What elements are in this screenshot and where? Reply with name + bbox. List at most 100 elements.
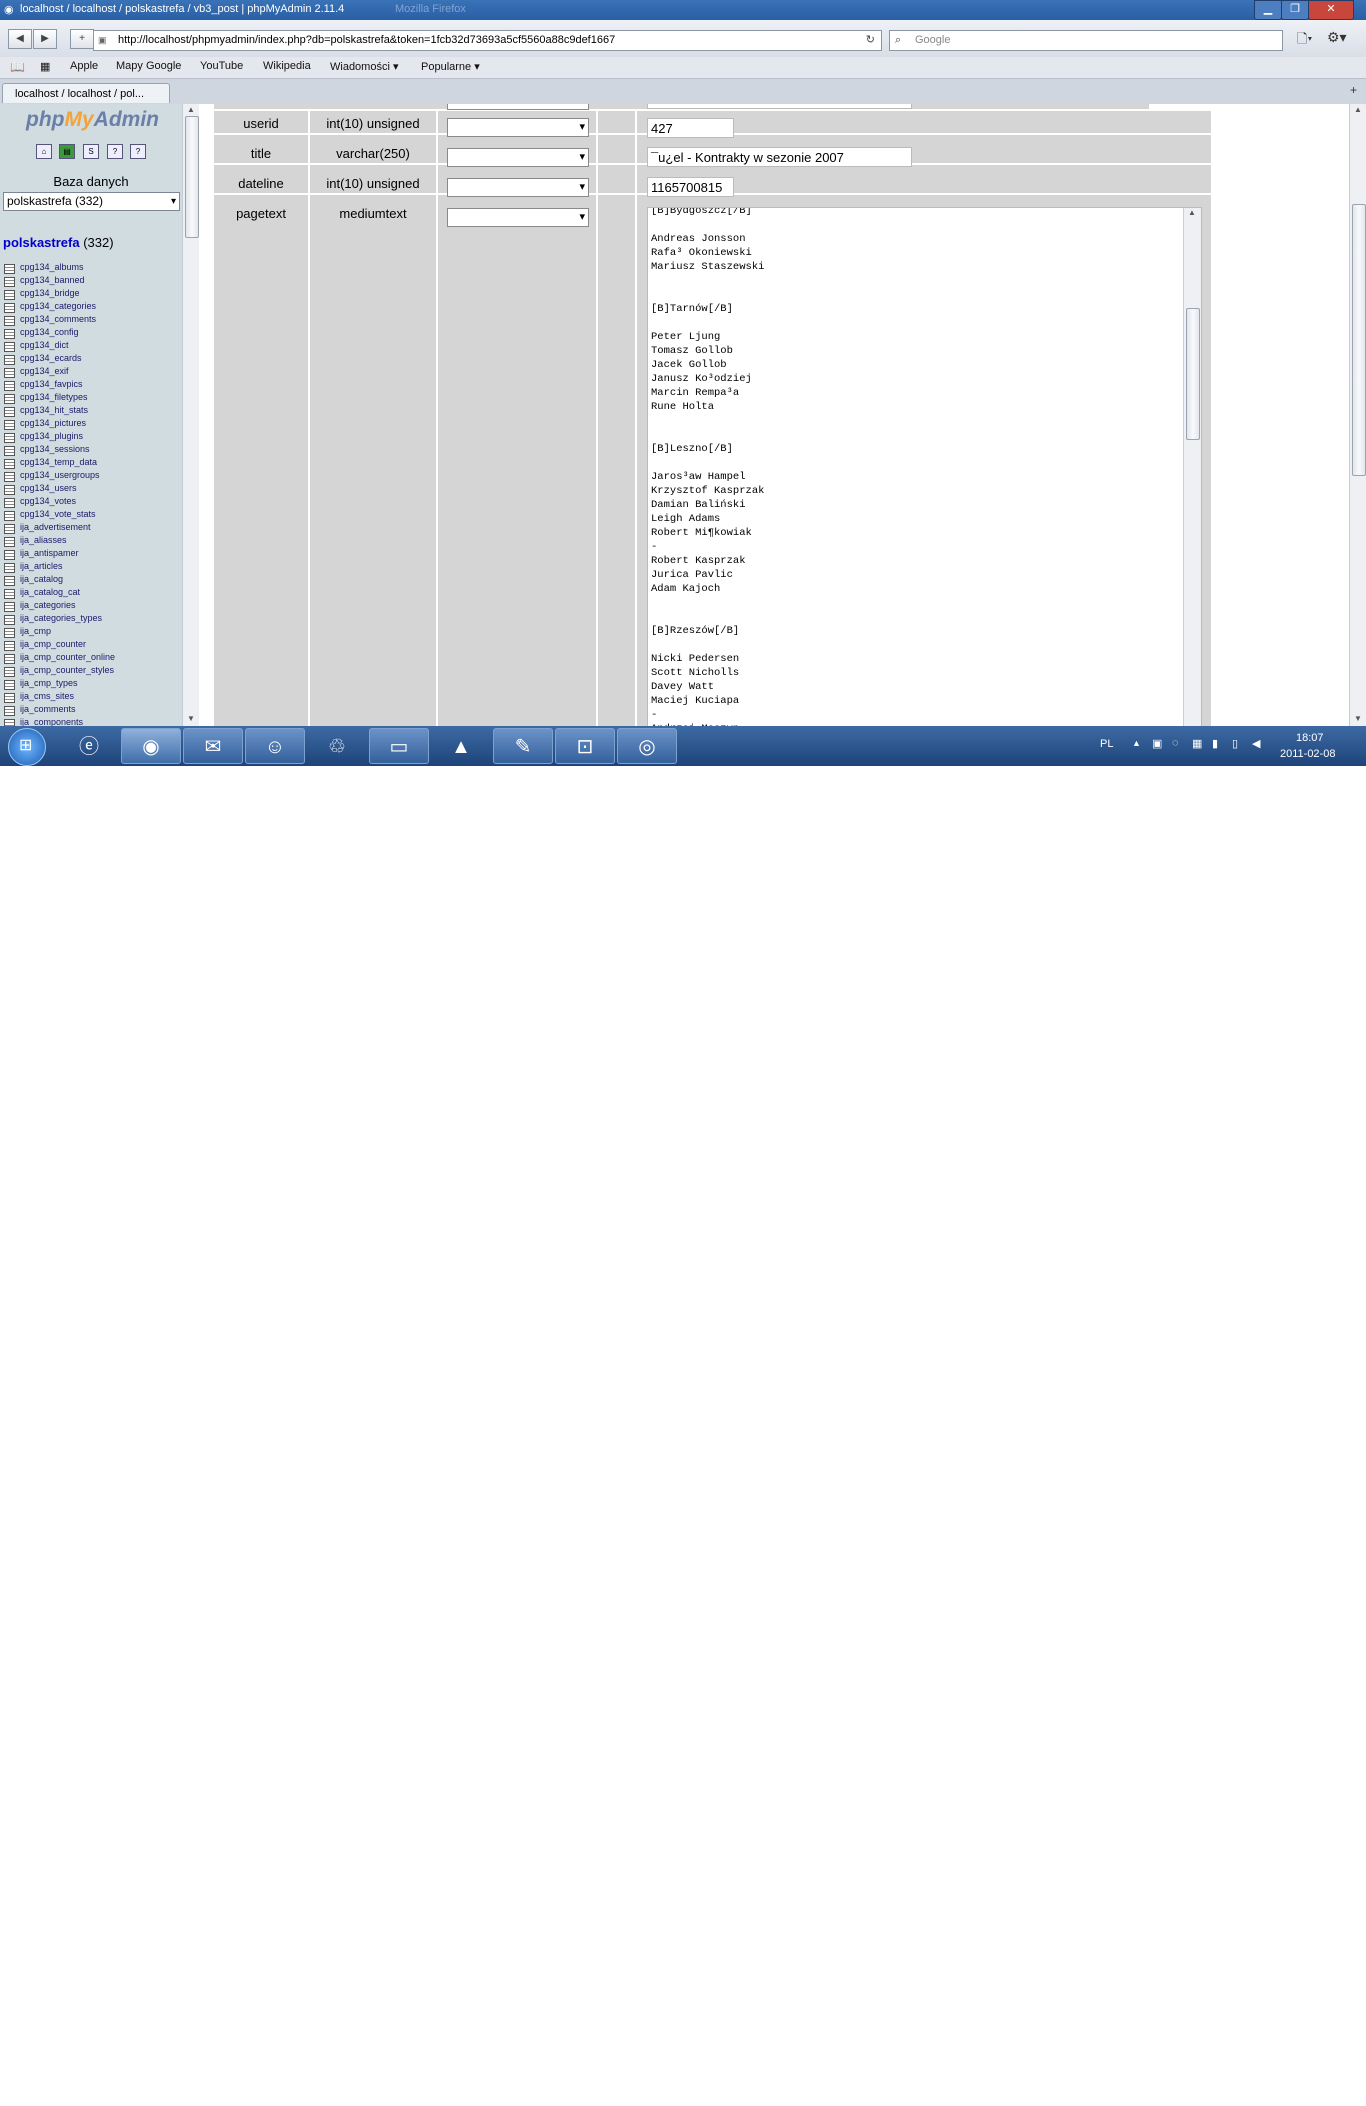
sidebar-table-item[interactable]: ija_comments bbox=[4, 704, 115, 717]
db-select[interactable]: polskastrefa (332) ▾ bbox=[3, 192, 180, 211]
sidebar-table-item[interactable]: ija_catalog_cat bbox=[4, 587, 115, 600]
value-input-userid[interactable]: 427 bbox=[647, 118, 734, 138]
clock-time[interactable]: 18:07 bbox=[1296, 732, 1324, 744]
bookmark-mapy-google[interactable]: Mapy Google bbox=[116, 60, 181, 72]
new-tab-button[interactable]: + bbox=[70, 29, 94, 49]
sidebar-table-item[interactable]: cpg134_votes bbox=[4, 496, 115, 509]
sidebar-table-item[interactable]: cpg134_categories bbox=[4, 301, 115, 314]
tab-phpmyadmin[interactable]: localhost / localhost / pol... bbox=[2, 83, 170, 103]
scroll-up-icon[interactable]: ▲ bbox=[187, 105, 195, 114]
gadu-taskbar-icon[interactable]: ☺ bbox=[245, 728, 305, 764]
sidebar-table-item[interactable]: ija_advertisement bbox=[4, 522, 115, 535]
sidebar-table-item[interactable]: ija_components bbox=[4, 717, 115, 726]
reload-icon[interactable]: ↻ bbox=[866, 31, 875, 50]
function-select[interactable] bbox=[447, 178, 589, 197]
tray-app-icon[interactable]: ▣ bbox=[1152, 737, 1162, 750]
sidebar-table-item[interactable]: ija_cmp_types bbox=[4, 678, 115, 691]
function-select[interactable] bbox=[447, 148, 589, 167]
sidebar-table-item[interactable]: cpg134_ecards bbox=[4, 353, 115, 366]
function-select-partial[interactable] bbox=[447, 104, 589, 110]
sidebar-table-item[interactable]: ija_cmp bbox=[4, 626, 115, 639]
forward-button[interactable]: ▶ bbox=[33, 29, 57, 49]
ie-taskbar-icon[interactable]: ⓔ bbox=[66, 728, 112, 764]
grid-icon[interactable]: ▦ bbox=[40, 60, 50, 73]
sql-query-icon[interactable]: ▤ bbox=[59, 144, 75, 159]
bookmark-wiadomosci[interactable]: Wiadomości ▾ bbox=[330, 60, 398, 73]
scroll-up-icon[interactable]: ▲ bbox=[1354, 105, 1362, 114]
sidebar-table-item[interactable]: cpg134_vote_stats bbox=[4, 509, 115, 522]
add-tab-button[interactable]: + bbox=[1350, 83, 1357, 97]
value-input-partial[interactable] bbox=[647, 104, 912, 109]
sidebar-table-item[interactable]: cpg134_sessions bbox=[4, 444, 115, 457]
firefox-taskbar-icon[interactable]: ◉ bbox=[121, 728, 181, 764]
tray-power-icon[interactable]: ▯ bbox=[1232, 737, 1238, 750]
sidebar-table-item[interactable]: ija_aliasses bbox=[4, 535, 115, 548]
language-indicator[interactable]: PL bbox=[1100, 738, 1113, 750]
maximize-button[interactable]: ❐ bbox=[1281, 0, 1309, 20]
start-button[interactable]: ⊞ bbox=[8, 728, 46, 766]
main-scroll-thumb[interactable] bbox=[1352, 204, 1366, 476]
scroll-down-icon[interactable]: ▼ bbox=[1354, 714, 1362, 723]
sql-icon[interactable]: S bbox=[83, 144, 99, 159]
close-button[interactable]: ✕ bbox=[1308, 0, 1354, 20]
sidebar-table-item[interactable]: cpg134_hit_stats bbox=[4, 405, 115, 418]
search-bar[interactable]: ⌕ Google bbox=[889, 30, 1283, 51]
sidebar-table-item[interactable]: cpg134_users bbox=[4, 483, 115, 496]
sidebar-table-item[interactable]: ija_cmp_counter bbox=[4, 639, 115, 652]
sidebar-scrollbar[interactable]: ▲ ▼ bbox=[182, 104, 200, 726]
network-taskbar-icon[interactable]: ⊡ bbox=[555, 728, 615, 764]
sidebar-table-item[interactable]: cpg134_config bbox=[4, 327, 115, 340]
bookmark-popularne[interactable]: Popularne ▾ bbox=[421, 60, 480, 73]
sidebar-table-item[interactable]: cpg134_temp_data bbox=[4, 457, 115, 470]
back-button[interactable]: ◀ bbox=[8, 29, 32, 49]
sidebar-table-item[interactable]: ija_categories bbox=[4, 600, 115, 613]
gear-icon[interactable]: ⚙▾ bbox=[1327, 29, 1347, 46]
sidebar-table-item[interactable]: cpg134_comments bbox=[4, 314, 115, 327]
sidebar-table-item[interactable]: ija_cmp_counter_online bbox=[4, 652, 115, 665]
sidebar-table-item[interactable]: cpg134_exif bbox=[4, 366, 115, 379]
value-input-dateline[interactable]: 1165700815 bbox=[647, 177, 734, 197]
textarea-scroll-thumb[interactable] bbox=[1186, 308, 1200, 440]
volume-icon[interactable]: ◀ bbox=[1252, 737, 1260, 750]
pagetext-textarea[interactable]: [B]Bydgoszcz[/B] Andreas Jonsson Rafa³ O… bbox=[647, 207, 1202, 726]
sidebar-scroll-thumb[interactable] bbox=[185, 116, 199, 238]
editor-taskbar-icon[interactable]: ✎ bbox=[493, 728, 553, 764]
sidebar-table-item[interactable]: ija_antispamer bbox=[4, 548, 115, 561]
sidebar-table-item[interactable]: cpg134_usergroups bbox=[4, 470, 115, 483]
outlook-taskbar-icon[interactable]: ✉ bbox=[183, 728, 243, 764]
tray-signal-icon[interactable]: ▮ bbox=[1212, 737, 1218, 750]
url-bar[interactable]: ▣ http://localhost/phpmyadmin/index.php?… bbox=[93, 30, 882, 51]
main-scrollbar[interactable]: ▲ ▼ bbox=[1349, 104, 1366, 726]
sidebar-table-item[interactable]: ija_cms_sites bbox=[4, 691, 115, 704]
help-icon[interactable]: ? bbox=[130, 144, 146, 159]
textarea-scrollbar[interactable]: ▲ bbox=[1183, 208, 1201, 726]
tray-update-icon[interactable]: ◌ bbox=[1172, 737, 1179, 749]
sidebar-table-item[interactable]: cpg134_bridge bbox=[4, 288, 115, 301]
scroll-down-icon[interactable]: ▼ bbox=[187, 714, 195, 723]
home-icon[interactable]: ⌂ bbox=[36, 144, 52, 159]
db-link[interactable]: polskastrefa (332) bbox=[3, 235, 114, 250]
sidebar-table-item[interactable]: cpg134_filetypes bbox=[4, 392, 115, 405]
sidebar-table-item[interactable]: ija_categories_types bbox=[4, 613, 115, 626]
function-select[interactable] bbox=[447, 208, 589, 227]
scroll-up-icon[interactable]: ▲ bbox=[1188, 208, 1196, 217]
sidebar-table-item[interactable]: cpg134_banned bbox=[4, 275, 115, 288]
bookmark-youtube[interactable]: YouTube bbox=[200, 60, 243, 72]
app-taskbar-icon[interactable]: ▲ bbox=[431, 728, 491, 764]
sidebar-table-item[interactable]: ija_cmp_counter_styles bbox=[4, 665, 115, 678]
show-hidden-icons[interactable]: ▲ bbox=[1132, 738, 1141, 748]
sidebar-table-item[interactable]: cpg134_pictures bbox=[4, 418, 115, 431]
recycle-taskbar-icon[interactable]: ♲ bbox=[307, 728, 367, 764]
docs-icon[interactable]: ? bbox=[107, 144, 123, 159]
bookmark-wikipedia[interactable]: Wikipedia bbox=[263, 60, 311, 72]
browser-taskbar-icon[interactable]: ◎ bbox=[617, 728, 677, 764]
clock-date[interactable]: 2011-02-08 bbox=[1280, 748, 1335, 760]
sidebar-table-item[interactable]: cpg134_albums bbox=[4, 262, 115, 275]
sidebar-table-item[interactable]: ija_articles bbox=[4, 561, 115, 574]
bookmark-apple[interactable]: Apple bbox=[70, 60, 98, 72]
minimize-button[interactable]: ▁ bbox=[1254, 0, 1282, 20]
sidebar-table-item[interactable]: cpg134_plugins bbox=[4, 431, 115, 444]
explorer-taskbar-icon[interactable]: ▭ bbox=[369, 728, 429, 764]
value-input-title[interactable]: ¯u¿el - Kontrakty w sezonie 2007 bbox=[647, 147, 912, 167]
book-icon[interactable]: 📖 bbox=[10, 60, 25, 74]
